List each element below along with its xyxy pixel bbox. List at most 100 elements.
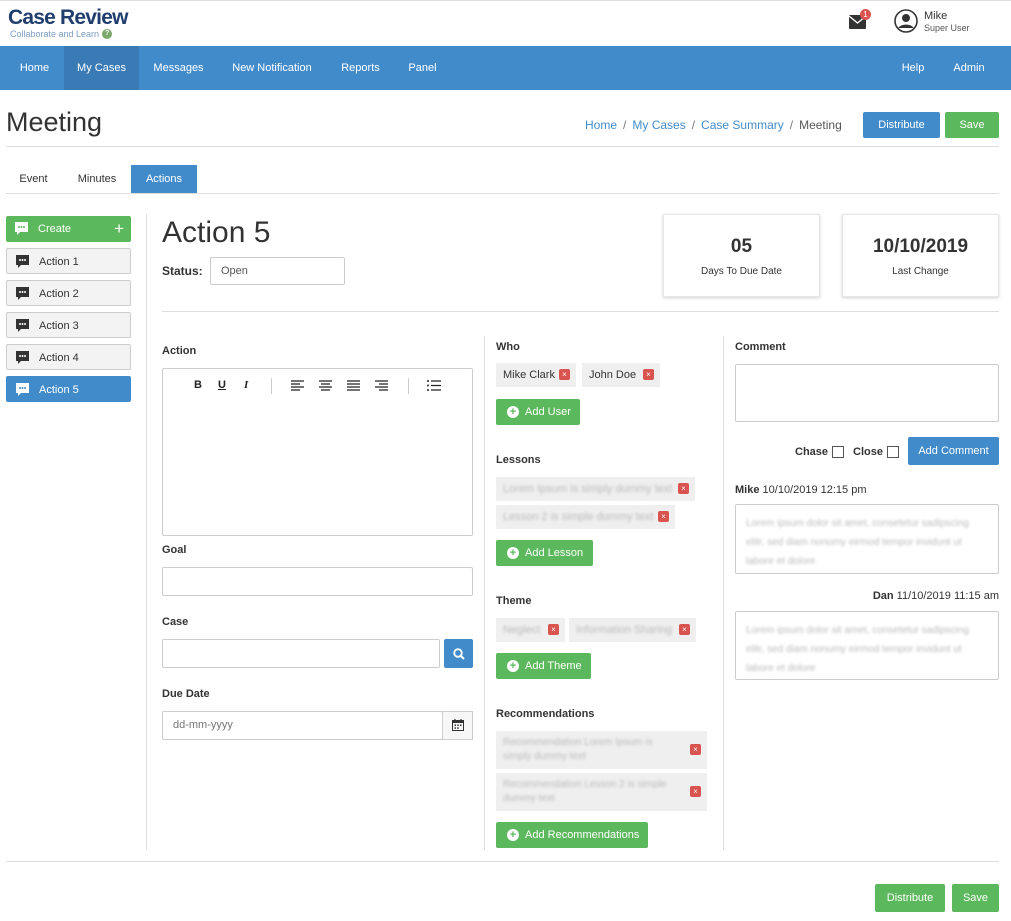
sidebar-item-action-2[interactable]: Action 2	[6, 280, 131, 306]
nav-help[interactable]: Help	[888, 46, 938, 90]
search-icon	[453, 648, 465, 660]
bold-icon[interactable]: B	[194, 379, 202, 391]
sidebar-item-action-4[interactable]: Action 4	[6, 344, 131, 370]
add-theme-label: Add Theme	[525, 660, 582, 672]
comment-time: 10/10/2019 12:15 pm	[762, 484, 867, 496]
align-center-icon[interactable]	[319, 380, 332, 391]
tab-minutes[interactable]: Minutes	[64, 165, 130, 193]
footer-distribute-button[interactable]: Distribute	[875, 884, 945, 912]
action-divider	[162, 311, 999, 312]
due-days-card: 05 Days To Due Date	[663, 214, 820, 297]
comment-meta: Mike 10/10/2019 12:15 pm	[735, 484, 867, 496]
plus-icon: +	[114, 219, 124, 238]
comment-icon	[16, 351, 29, 364]
recommendation-item: Recommendation Lorem Ipsum is simply dum…	[496, 731, 707, 769]
add-recommendations-button[interactable]: + Add Recommendations	[496, 822, 648, 848]
header-divider	[6, 146, 999, 147]
sidebar-item-label: Action 2	[39, 288, 79, 300]
breadcrumb-current: Meeting	[799, 118, 842, 132]
calendar-button[interactable]	[442, 711, 473, 740]
logo[interactable]: Case Review Collaborate and Learn ?	[8, 7, 128, 39]
close-label: Close	[853, 446, 883, 458]
save-button[interactable]: Save	[945, 112, 999, 138]
lesson-chip: Lorem Ipsum is simply dummy text ×	[496, 477, 695, 501]
add-comment-button[interactable]: Add Comment	[908, 437, 999, 465]
tab-event[interactable]: Event	[8, 165, 59, 193]
nav-panel[interactable]: Panel	[395, 46, 450, 90]
theme-chip: Neglect ×	[496, 618, 565, 642]
status-field[interactable]: Open	[210, 257, 345, 285]
lesson-chip: Lesson 2 is simple dummy text ×	[496, 505, 675, 529]
nav-new-notification[interactable]: New Notification	[218, 46, 326, 90]
last-change-label: Last Change	[892, 266, 949, 277]
logo-subtitle: Collaborate and Learn ?	[10, 29, 128, 39]
remove-icon[interactable]: ×	[679, 624, 690, 635]
goal-label: Goal	[162, 544, 187, 556]
add-user-button[interactable]: + Add User	[496, 399, 580, 425]
align-left-icon[interactable]	[291, 380, 304, 391]
remove-icon[interactable]: ×	[548, 624, 559, 635]
italic-icon[interactable]: I	[244, 379, 248, 391]
lesson-chip-label: Lesson 2 is simple dummy text	[503, 511, 654, 523]
align-justify-icon[interactable]	[347, 380, 360, 391]
sidebar-item-label: Action 1	[39, 256, 79, 268]
footer-save-button[interactable]: Save	[952, 884, 999, 912]
comment-author: Dan	[872, 590, 894, 602]
remove-icon[interactable]: ×	[643, 369, 654, 380]
nav-admin[interactable]: Admin	[940, 46, 998, 90]
comment-icon	[16, 287, 29, 300]
remove-icon[interactable]: ×	[690, 744, 701, 755]
comment-text: Lorem ipsum dolor sit amet, consetetur s…	[746, 625, 969, 674]
breadcrumb-my-cases[interactable]: My Cases	[632, 118, 685, 132]
create-action-button[interactable]: Create +	[6, 216, 131, 242]
remove-icon[interactable]: ×	[658, 511, 669, 522]
footer-divider	[6, 861, 999, 862]
goal-input[interactable]	[162, 567, 473, 596]
distribute-button[interactable]: Distribute	[863, 112, 940, 138]
comment-body: Lorem ipsum dolor sit amet, consetetur s…	[735, 611, 999, 680]
align-right-icon[interactable]	[375, 380, 388, 391]
add-theme-button[interactable]: + Add Theme	[496, 653, 591, 679]
comment-input[interactable]	[735, 364, 999, 422]
remove-icon[interactable]: ×	[559, 369, 570, 380]
nav-reports[interactable]: Reports	[328, 46, 393, 90]
main-nav: Home My Cases Messages New Notification …	[0, 46, 1011, 90]
nav-home[interactable]: Home	[7, 46, 62, 90]
action-title: Action 5	[162, 216, 271, 249]
action-editor[interactable]: B U I	[162, 368, 473, 536]
nav-my-cases[interactable]: My Cases	[64, 46, 139, 90]
status-label: Status:	[162, 264, 203, 278]
chase-checkbox[interactable]	[832, 446, 844, 458]
breadcrumb-case-summary[interactable]: Case Summary	[701, 118, 784, 132]
sidebar-item-label: Action 4	[39, 352, 79, 364]
comment-meta: Dan 11/10/2019 11:15 am	[873, 590, 999, 602]
remove-icon[interactable]: ×	[690, 786, 701, 797]
avatar-icon[interactable]	[894, 9, 918, 33]
sidebar-item-action-1[interactable]: Action 1	[6, 248, 131, 274]
list-icon[interactable]	[427, 380, 441, 391]
user-name[interactable]: Mike	[924, 10, 947, 22]
sidebar-item-action-3[interactable]: Action 3	[6, 312, 131, 338]
plus-circle-icon: +	[507, 829, 519, 841]
add-lesson-button[interactable]: + Add Lesson	[496, 540, 593, 566]
case-input[interactable]	[162, 639, 440, 668]
remove-icon[interactable]: ×	[678, 483, 689, 494]
due-days-label: Days To Due Date	[701, 266, 782, 277]
case-search-button[interactable]	[444, 639, 473, 668]
nav-messages[interactable]: Messages	[141, 46, 216, 90]
tab-actions[interactable]: Actions	[131, 165, 197, 193]
theme-chip-label: Neglect	[503, 624, 541, 636]
lesson-chip-label: Lorem Ipsum is simply dummy text	[503, 483, 673, 495]
comment-author: Mike	[735, 484, 760, 496]
close-checkbox[interactable]	[887, 446, 899, 458]
who-chip-label: John Doe	[589, 369, 637, 381]
sidebar-item-label: Action 3	[39, 320, 79, 332]
theme-chip: Information Sharing ×	[569, 618, 696, 642]
breadcrumb-home[interactable]: Home	[585, 118, 617, 132]
recommendation-item: Recommendation Lesson 2 is simple dummy …	[496, 773, 707, 811]
due-date-label: Due Date	[162, 688, 210, 700]
comment-icon	[15, 222, 28, 235]
sidebar-item-action-5[interactable]: Action 5	[6, 376, 131, 402]
underline-icon[interactable]: U	[218, 379, 226, 391]
due-date-input[interactable]: dd-mm-yyyy	[162, 711, 443, 740]
